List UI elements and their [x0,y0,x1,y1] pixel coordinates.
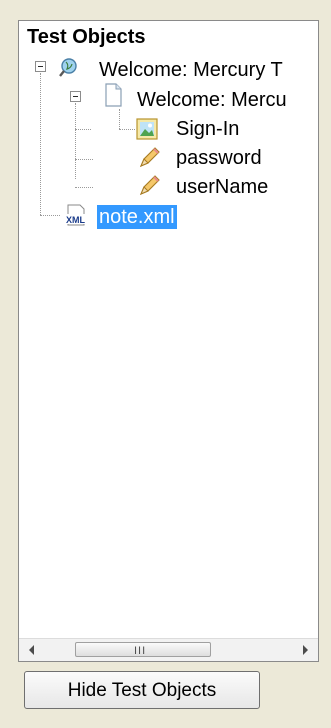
edit-field-icon [137,146,161,170]
scroll-right-icon[interactable] [303,645,308,655]
horizontal-scrollbar[interactable]: III [19,638,318,661]
collapse-toggle[interactable] [70,91,81,102]
scroll-grip: III [134,645,147,657]
hide-test-objects-button[interactable]: Hide Test Objects [24,671,260,709]
tree-node-page[interactable]: Welcome: Mercu [137,88,287,112]
tree-node-note-xml[interactable]: note.xml [97,205,177,229]
tree-line [75,159,93,160]
tree-node-username[interactable]: userName [176,175,268,199]
xml-file-icon: XML [62,204,90,228]
test-objects-panel: Test Objects Welcome: Mercury T Welcome:… [18,20,319,662]
tree-line [75,187,93,188]
svg-text:XML: XML [66,215,86,225]
collapse-toggle[interactable] [35,61,46,72]
tree-node-browser[interactable]: Welcome: Mercury T [99,58,283,82]
page-icon [103,83,123,107]
scroll-thumb[interactable]: III [75,642,211,657]
tree-line [40,73,41,215]
tree-line [75,103,76,179]
tree-node-password[interactable]: password [176,146,262,170]
image-icon [136,118,158,140]
scroll-left-icon[interactable] [29,645,34,655]
tree-title: Test Objects [27,26,146,48]
tree-line [75,129,91,130]
tree-line [119,109,120,129]
edit-field-icon [137,174,161,198]
tree-node-sign-in[interactable]: Sign-In [176,117,239,141]
tree-line [40,215,60,216]
tree-line [119,129,135,130]
browser-icon [57,56,77,77]
